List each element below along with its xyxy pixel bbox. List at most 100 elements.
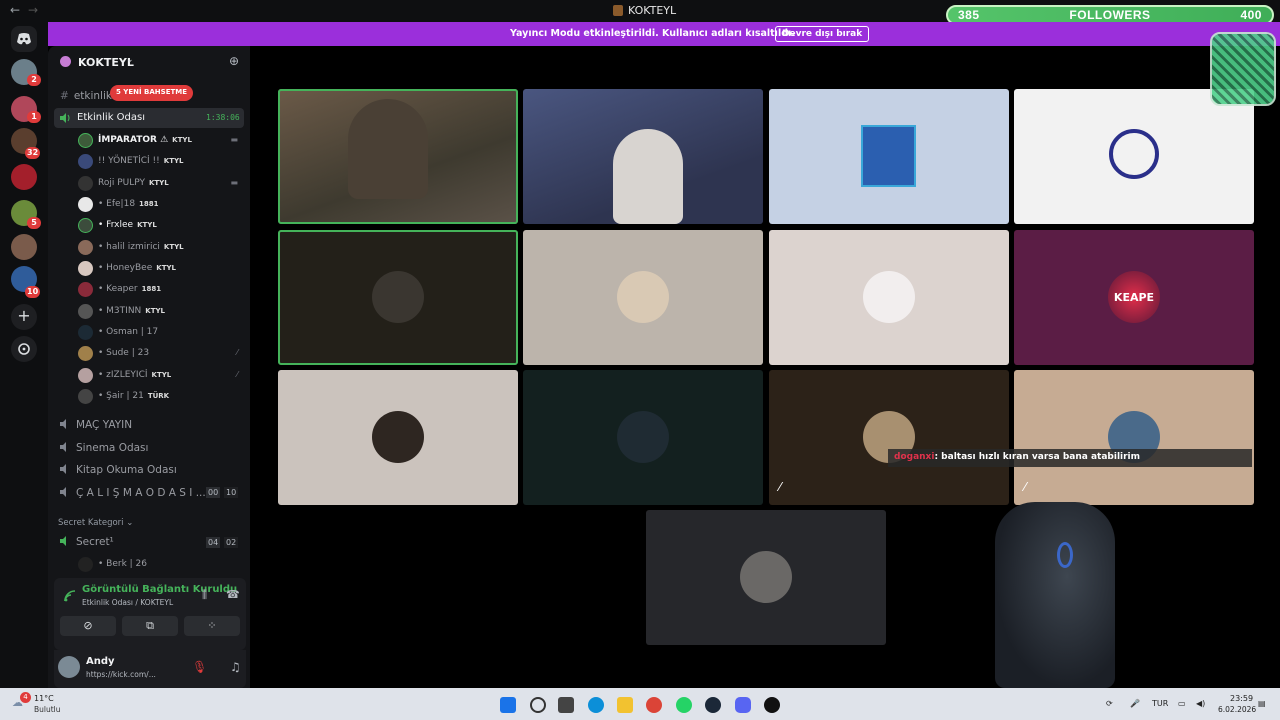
avatar (863, 271, 915, 323)
avatar[interactable] (58, 656, 80, 678)
streamer-mode-banner: Yayıncı Modu etkinleştirildi. Kullanıcı … (48, 22, 1280, 46)
speaker-icon (60, 442, 66, 452)
activities-button[interactable]: ⁘ (184, 616, 240, 636)
avatar (617, 411, 669, 463)
voice-member[interactable]: • Keaper 1881 (78, 281, 248, 299)
whatsapp-icon[interactable] (676, 697, 692, 713)
arrow-left-icon[interactable]: ← (10, 3, 20, 17)
voice-member[interactable]: • Osman | 17 (78, 324, 248, 342)
voice-connection-panel: Görüntülü Bağlantı Kuruldu Etkinlik Odas… (54, 578, 246, 650)
add-server-icon[interactable]: + (11, 304, 37, 330)
discord-icon[interactable] (735, 697, 751, 713)
clock-date[interactable]: 6.02.2026 (1218, 705, 1256, 714)
disconnect-icon[interactable]: ☎ (226, 588, 240, 601)
network-icon[interactable]: ▭ (1178, 699, 1186, 708)
disable-streamer-mode-button[interactable]: Devre dışı bırak (775, 26, 870, 42)
video-tile[interactable] (278, 370, 518, 505)
member-tag: KTYL (163, 243, 184, 251)
channel-label: etkinlik (73, 90, 112, 102)
user-status: https://kick.com/... (86, 670, 156, 679)
video-tile[interactable] (278, 230, 518, 365)
weather-widget[interactable]: ☁ 4 (12, 692, 31, 710)
discord-home-icon[interactable] (11, 26, 37, 52)
voice-member[interactable]: İMPARATOR ⚠ KTYL ▬ (78, 132, 248, 150)
voice-member[interactable]: • zIZLEYICİ KTYL ⁄ (78, 367, 248, 385)
voice-member[interactable]: • Sude | 23 ⁄ (78, 345, 248, 363)
video-stage: KEAPE ⁄ ⁄ (250, 32, 1280, 688)
member-tag: KTYL (156, 264, 176, 272)
channel-label: Ç A L I Ş M A O D A S I ... (76, 487, 206, 499)
app-icon[interactable] (764, 697, 780, 713)
signal-icon (64, 590, 76, 602)
voice-member[interactable]: !! YÖNETİCİ !! KTYL (78, 153, 248, 171)
channel-kitap[interactable]: Kitap Okuma Odası (60, 464, 177, 476)
steam-icon[interactable] (705, 697, 721, 713)
voice-member[interactable]: • HoneyBee KTYL (78, 260, 248, 278)
task-view-icon[interactable] (558, 697, 574, 713)
new-mentions-badge[interactable]: 5 YENİ BAHSETME (110, 85, 194, 101)
server-avatar-6[interactable] (11, 234, 37, 260)
voice-member[interactable]: • halil izmirici KTYL (78, 239, 248, 257)
screen-share-button[interactable]: ⧉ (122, 616, 178, 636)
language-indicator[interactable]: TUR (1152, 699, 1168, 708)
video-tile[interactable] (769, 230, 1009, 365)
server-rail: 2 1 32 5 10 + (0, 22, 48, 688)
mic-muted-icon: ⁄ (236, 370, 238, 379)
voice-member[interactable]: • Şair | 21 TÜRK (78, 388, 248, 406)
video-tile[interactable]: KEAPE (1014, 230, 1254, 365)
channel-secret[interactable]: Secret¹ (60, 536, 114, 548)
channel-mac-yayin[interactable]: MAÇ YAYIN (60, 419, 132, 431)
screen-share-icon: ⧉ (146, 619, 154, 632)
voice-member[interactable]: • M3TINN KTYL (78, 303, 248, 321)
category-header[interactable]: Secret Kategori ⌄ (58, 518, 133, 528)
discover-icon[interactable] (11, 336, 37, 362)
video-tile[interactable]: ⁄ (769, 370, 1009, 505)
video-tile[interactable] (1014, 89, 1254, 224)
folder-icon[interactable] (617, 697, 633, 713)
microphone-icon[interactable]: 🎤 (1130, 699, 1140, 708)
add-member-icon[interactable]: ⊕ (229, 54, 239, 68)
member-name: • HoneyBee (98, 263, 153, 273)
channel-etkinlik[interactable]: # etkinlik (60, 90, 112, 102)
server-badge: 32 (25, 147, 41, 159)
clock-time[interactable]: 23:59 (1230, 694, 1253, 703)
sync-icon[interactable]: ⟳ (1106, 699, 1113, 708)
voice-member[interactable]: Roji PULPY KTYL ▬ (78, 175, 248, 193)
member-name: • halil izmirici (98, 242, 160, 252)
connection-channel[interactable]: Etkinlik Odası / KOKTEYL (82, 598, 173, 607)
followers-current: 385 (958, 8, 980, 22)
mic-muted-icon[interactable]: 🎙 (192, 660, 207, 674)
taskbar: ☁ 4 11°C Bulutlu ⟳ 🎤 TUR ▭ ◀) 23:59 6.02… (0, 688, 1280, 720)
edge-icon[interactable] (588, 697, 604, 713)
windows-start-icon[interactable] (500, 697, 516, 713)
video-tile[interactable] (769, 89, 1009, 224)
video-tile[interactable] (278, 89, 518, 224)
video-tile[interactable]: ⁄ (1014, 370, 1254, 505)
chair-logo (1057, 542, 1073, 568)
search-icon[interactable] (530, 697, 546, 713)
notification-icon[interactable]: ▤ (1258, 699, 1266, 708)
avatar (861, 125, 916, 187)
volume-icon[interactable]: ◀) (1196, 699, 1205, 708)
chrome-icon[interactable] (646, 697, 662, 713)
headphones-icon[interactable]: ♫ (230, 660, 241, 674)
noise-suppression-icon[interactable]: ⫼ (202, 588, 207, 602)
camera-off-button[interactable]: ⊘ (60, 616, 116, 636)
avatar: KEAPE (1108, 271, 1160, 323)
active-channel-row[interactable]: Etkinlik Odası 1:38:06 (54, 108, 244, 128)
server-header[interactable]: KOKTEYL ⌄ ⊕ (48, 46, 250, 78)
channel-sinema[interactable]: Sinema Odası (60, 442, 148, 454)
member-tag: KTYL (145, 307, 166, 315)
mic-muted-icon: ⁄ (779, 480, 782, 494)
video-tile[interactable] (523, 370, 763, 505)
voice-member[interactable]: • Efe|18 1881 (78, 196, 248, 214)
server-icon (60, 56, 71, 67)
video-tile[interactable] (523, 89, 763, 224)
video-tile[interactable] (523, 230, 763, 365)
arrow-right-icon[interactable]: → (28, 3, 38, 17)
voice-member[interactable]: • Frxlee KTYL (78, 217, 248, 235)
voice-member[interactable]: • Berk | 26 (78, 556, 248, 574)
server-avatar-4[interactable] (11, 164, 37, 190)
video-tile[interactable] (646, 510, 886, 645)
member-name: • M3TINN (98, 306, 142, 316)
